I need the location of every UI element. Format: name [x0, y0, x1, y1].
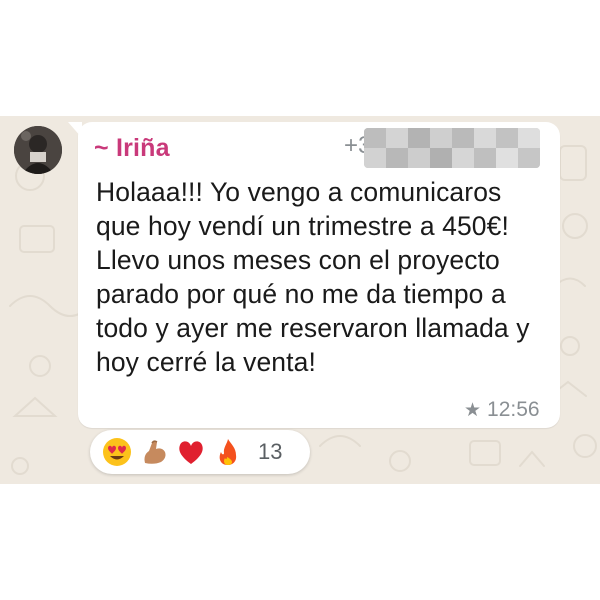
message-meta: ★ 12:56: [464, 398, 540, 422]
heart-eyes-icon: [103, 438, 131, 466]
red-heart-icon: [179, 441, 203, 464]
message-time: 12:56: [487, 398, 540, 421]
fire-icon: [219, 439, 237, 465]
flexed-biceps-icon: [144, 440, 166, 464]
phone-number-redaction: [364, 128, 540, 168]
sender-name[interactable]: ~ Iriña: [94, 134, 170, 163]
reactions-bar[interactable]: 13: [90, 430, 310, 474]
sender-avatar[interactable]: [14, 126, 62, 174]
reaction-count: 13: [258, 439, 283, 464]
message-text: Holaaa!!! Yo vengo a comunicaros que hoy…: [96, 177, 530, 377]
avatar-image: [14, 126, 62, 174]
star-icon: ★: [464, 399, 482, 421]
